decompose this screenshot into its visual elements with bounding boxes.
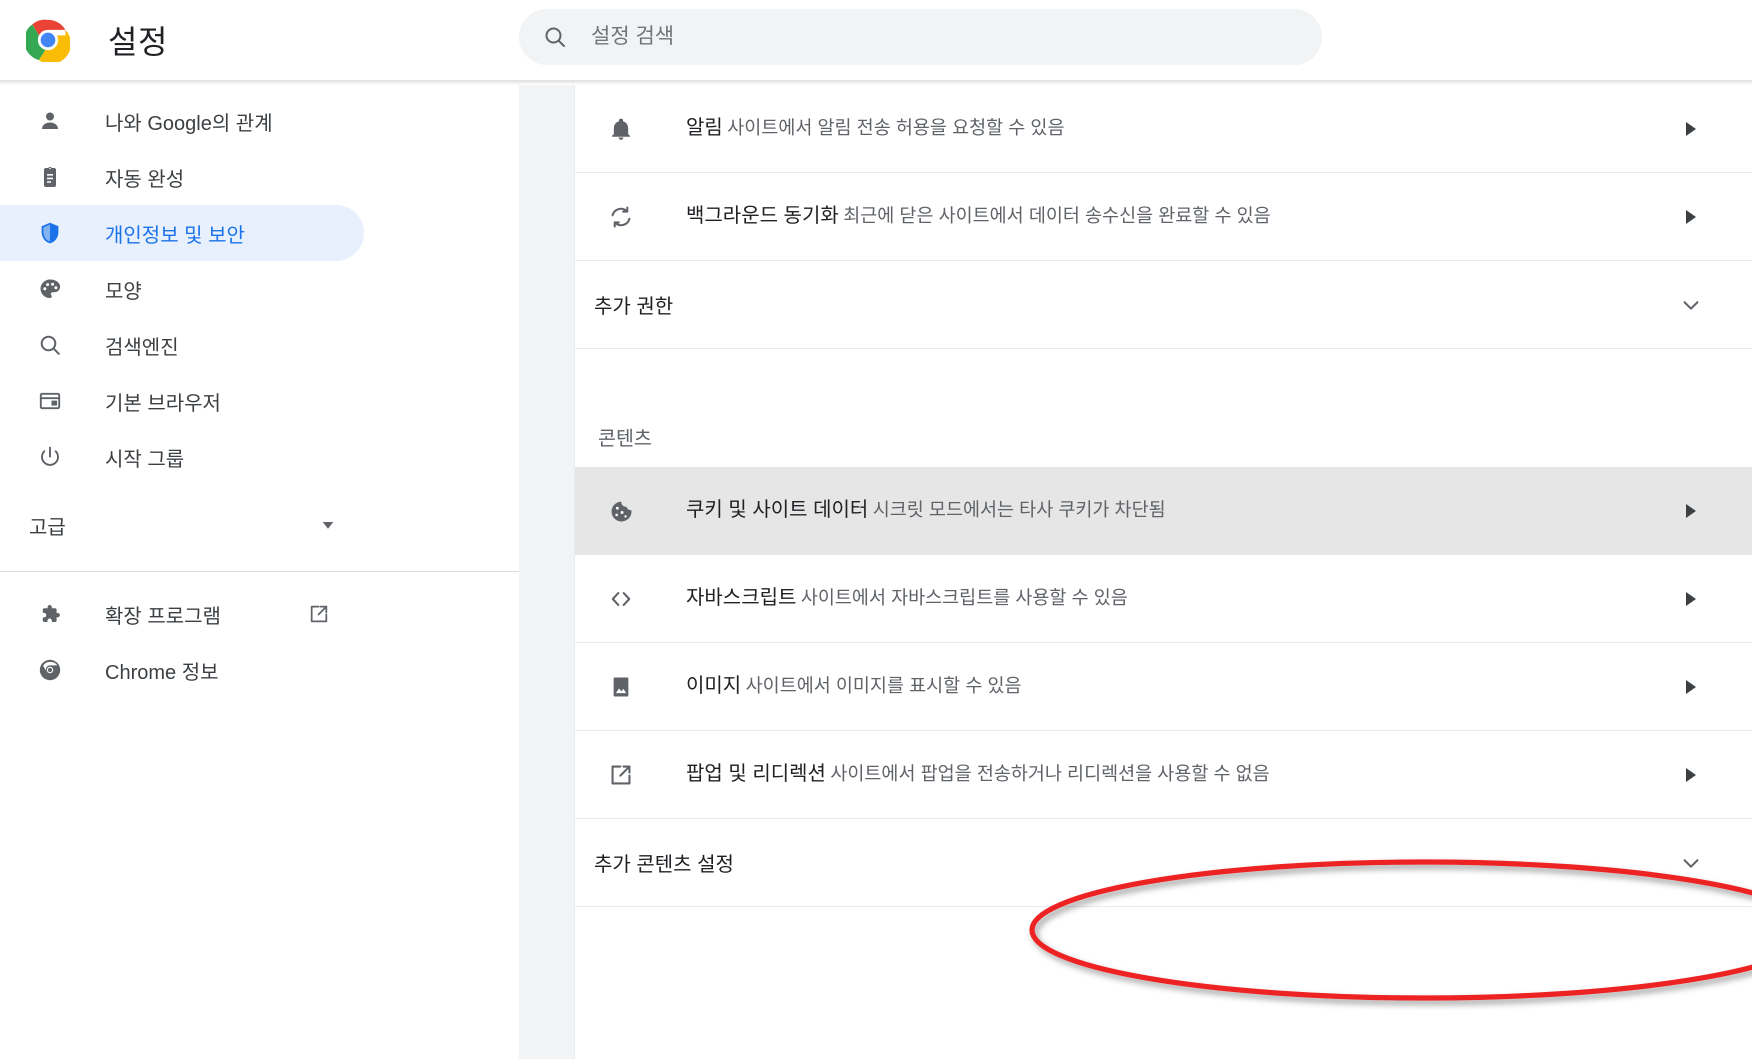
row-javascript[interactable]: 자바스크립트 사이트에서 자바스크립트를 사용할 수 있음 (575, 555, 1752, 643)
clipboard-icon (38, 165, 62, 189)
search-bar[interactable] (519, 9, 1322, 65)
sidebar-item-on-startup[interactable]: 시작 그룹 (0, 429, 364, 485)
group-label: 콘텐츠 (598, 428, 652, 450)
row-title: 이미지 (686, 675, 742, 697)
brand-area: 설정 (0, 17, 510, 64)
row-text: 알림 사이트에서 알림 전송 허용을 요청할 수 있음 (686, 114, 1064, 143)
sidebar-item-privacy-security[interactable]: 개인정보 및 보안 (0, 205, 364, 261)
sidebar-item-appearance[interactable]: 모양 (0, 261, 364, 317)
row-background-sync[interactable]: 백그라운드 동기화 최근에 닫은 사이트에서 데이터 송수신을 완료할 수 있음 (575, 173, 1752, 261)
row-subtitle: 사이트에서 알림 전송 허용을 요청할 수 있음 (727, 117, 1065, 138)
code-icon (608, 586, 634, 612)
settings-card: 알림 사이트에서 알림 전송 허용을 요청할 수 있음 백그라운드 동기화 최근… (575, 85, 1752, 1059)
sidebar-item-label: 자동 완성 (105, 168, 185, 191)
sidebar-item-search-engine[interactable]: 검색엔진 (0, 317, 364, 373)
row-text: 팝업 및 리디렉션 사이트에서 팝업을 전송하거나 리디렉션을 사용할 수 없음 (686, 760, 1270, 789)
bell-icon (608, 116, 634, 142)
section-additional-permissions[interactable]: 추가 권한 (575, 261, 1752, 349)
external-link-icon (308, 603, 330, 625)
top-bar: 설정 (0, 0, 1752, 80)
row-popups-redirects[interactable]: 팝업 및 리디렉션 사이트에서 팝업을 전송하거나 리디렉션을 사용할 수 없음 (575, 731, 1752, 819)
row-notifications[interactable]: 알림 사이트에서 알림 전송 허용을 요청할 수 있음 (575, 85, 1752, 173)
chrome-logo-icon (24, 18, 72, 64)
sidebar-item-label: 검색엔진 (105, 336, 179, 359)
palette-icon (38, 277, 62, 301)
row-subtitle: 사이트에서 팝업을 전송하거나 리디렉션을 사용할 수 없음 (830, 763, 1270, 784)
group-header-content: 콘텐츠 (575, 349, 1752, 467)
section-label: 추가 권한 (594, 296, 674, 318)
sidebar-advanced-toggle[interactable]: 고급 (0, 497, 519, 553)
sidebar-item-about-chrome[interactable]: Chrome 정보 (0, 642, 364, 698)
row-title: 자바스크립트 (686, 587, 797, 609)
sidebar-divider (0, 571, 519, 572)
search-input[interactable] (591, 17, 1271, 57)
sidebar-item-label: 기본 브라우저 (105, 392, 221, 415)
section-label: 추가 콘텐츠 설정 (594, 854, 734, 876)
chevron-down-icon (1680, 852, 1702, 874)
sidebar-item-label: 나와 Google의 관계 (105, 112, 273, 135)
row-text: 백그라운드 동기화 최근에 닫은 사이트에서 데이터 송수신을 완료할 수 있음 (686, 202, 1271, 231)
row-subtitle: 최근에 닫은 사이트에서 데이터 송수신을 완료할 수 있음 (843, 205, 1271, 226)
row-text: 자바스크립트 사이트에서 자바스크립트를 사용할 수 있음 (686, 584, 1128, 613)
sidebar: 나와 Google의 관계 자동 완성 개인정보 및 보안 모양 검색엔진 기본… (0, 85, 519, 1059)
sidebar-item-label: 개인정보 및 보안 (105, 224, 245, 247)
sidebar-item-label: Chrome 정보 (105, 661, 219, 684)
arrow-right-icon (1684, 679, 1698, 695)
chevron-down-icon (1680, 294, 1702, 316)
row-cookies[interactable]: 쿠키 및 사이트 데이터 시크릿 모드에서는 타사 쿠키가 차단됨 (575, 467, 1752, 555)
arrow-right-icon (1684, 209, 1698, 225)
shield-icon (38, 221, 62, 245)
sidebar-item-label: 시작 그룹 (105, 448, 185, 471)
puzzle-icon (38, 602, 62, 626)
row-subtitle: 사이트에서 자바스크립트를 사용할 수 있음 (800, 587, 1128, 608)
row-title: 팝업 및 리디렉션 (686, 763, 826, 785)
browser-window-icon (38, 389, 62, 413)
row-text: 쿠키 및 사이트 데이터 시크릿 모드에서는 타사 쿠키가 차단됨 (686, 496, 1166, 525)
sidebar-item-autofill[interactable]: 자동 완성 (0, 149, 364, 205)
cookie-icon (608, 498, 634, 524)
caret-down-icon (319, 516, 337, 534)
page-title: 설정 (108, 24, 168, 60)
sidebar-item-google-relationship[interactable]: 나와 Google의 관계 (0, 93, 364, 149)
power-icon (38, 445, 62, 469)
section-additional-content-settings[interactable]: 추가 콘텐츠 설정 (575, 819, 1752, 907)
arrow-right-icon (1684, 591, 1698, 607)
row-title: 백그라운드 동기화 (686, 205, 839, 227)
arrow-right-icon (1684, 503, 1698, 519)
image-icon (608, 674, 634, 700)
row-text: 이미지 사이트에서 이미지를 표시할 수 있음 (686, 672, 1022, 701)
row-title: 알림 (686, 117, 723, 139)
search-icon (38, 333, 62, 357)
person-icon (38, 109, 62, 133)
search-icon (543, 25, 567, 49)
sidebar-advanced-label: 고급 (29, 516, 66, 539)
sidebar-item-default-browser[interactable]: 기본 브라우저 (0, 373, 364, 429)
row-title: 쿠키 및 사이트 데이터 (686, 499, 869, 521)
arrow-right-icon (1684, 121, 1698, 137)
chrome-mono-icon (38, 658, 62, 682)
content-panel: 알림 사이트에서 알림 전송 허용을 요청할 수 있음 백그라운드 동기화 최근… (519, 85, 1752, 1059)
sync-icon (608, 204, 634, 230)
sidebar-item-extensions[interactable]: 확장 프로그램 (0, 586, 364, 642)
row-images[interactable]: 이미지 사이트에서 이미지를 표시할 수 있음 (575, 643, 1752, 731)
sidebar-item-label: 모양 (105, 280, 142, 303)
external-link-icon (608, 762, 634, 788)
row-subtitle: 시크릿 모드에서는 타사 쿠키가 차단됨 (872, 499, 1166, 520)
row-subtitle: 사이트에서 이미지를 표시할 수 있음 (745, 675, 1022, 696)
sidebar-item-label: 확장 프로그램 (105, 605, 221, 628)
arrow-right-icon (1684, 767, 1698, 783)
